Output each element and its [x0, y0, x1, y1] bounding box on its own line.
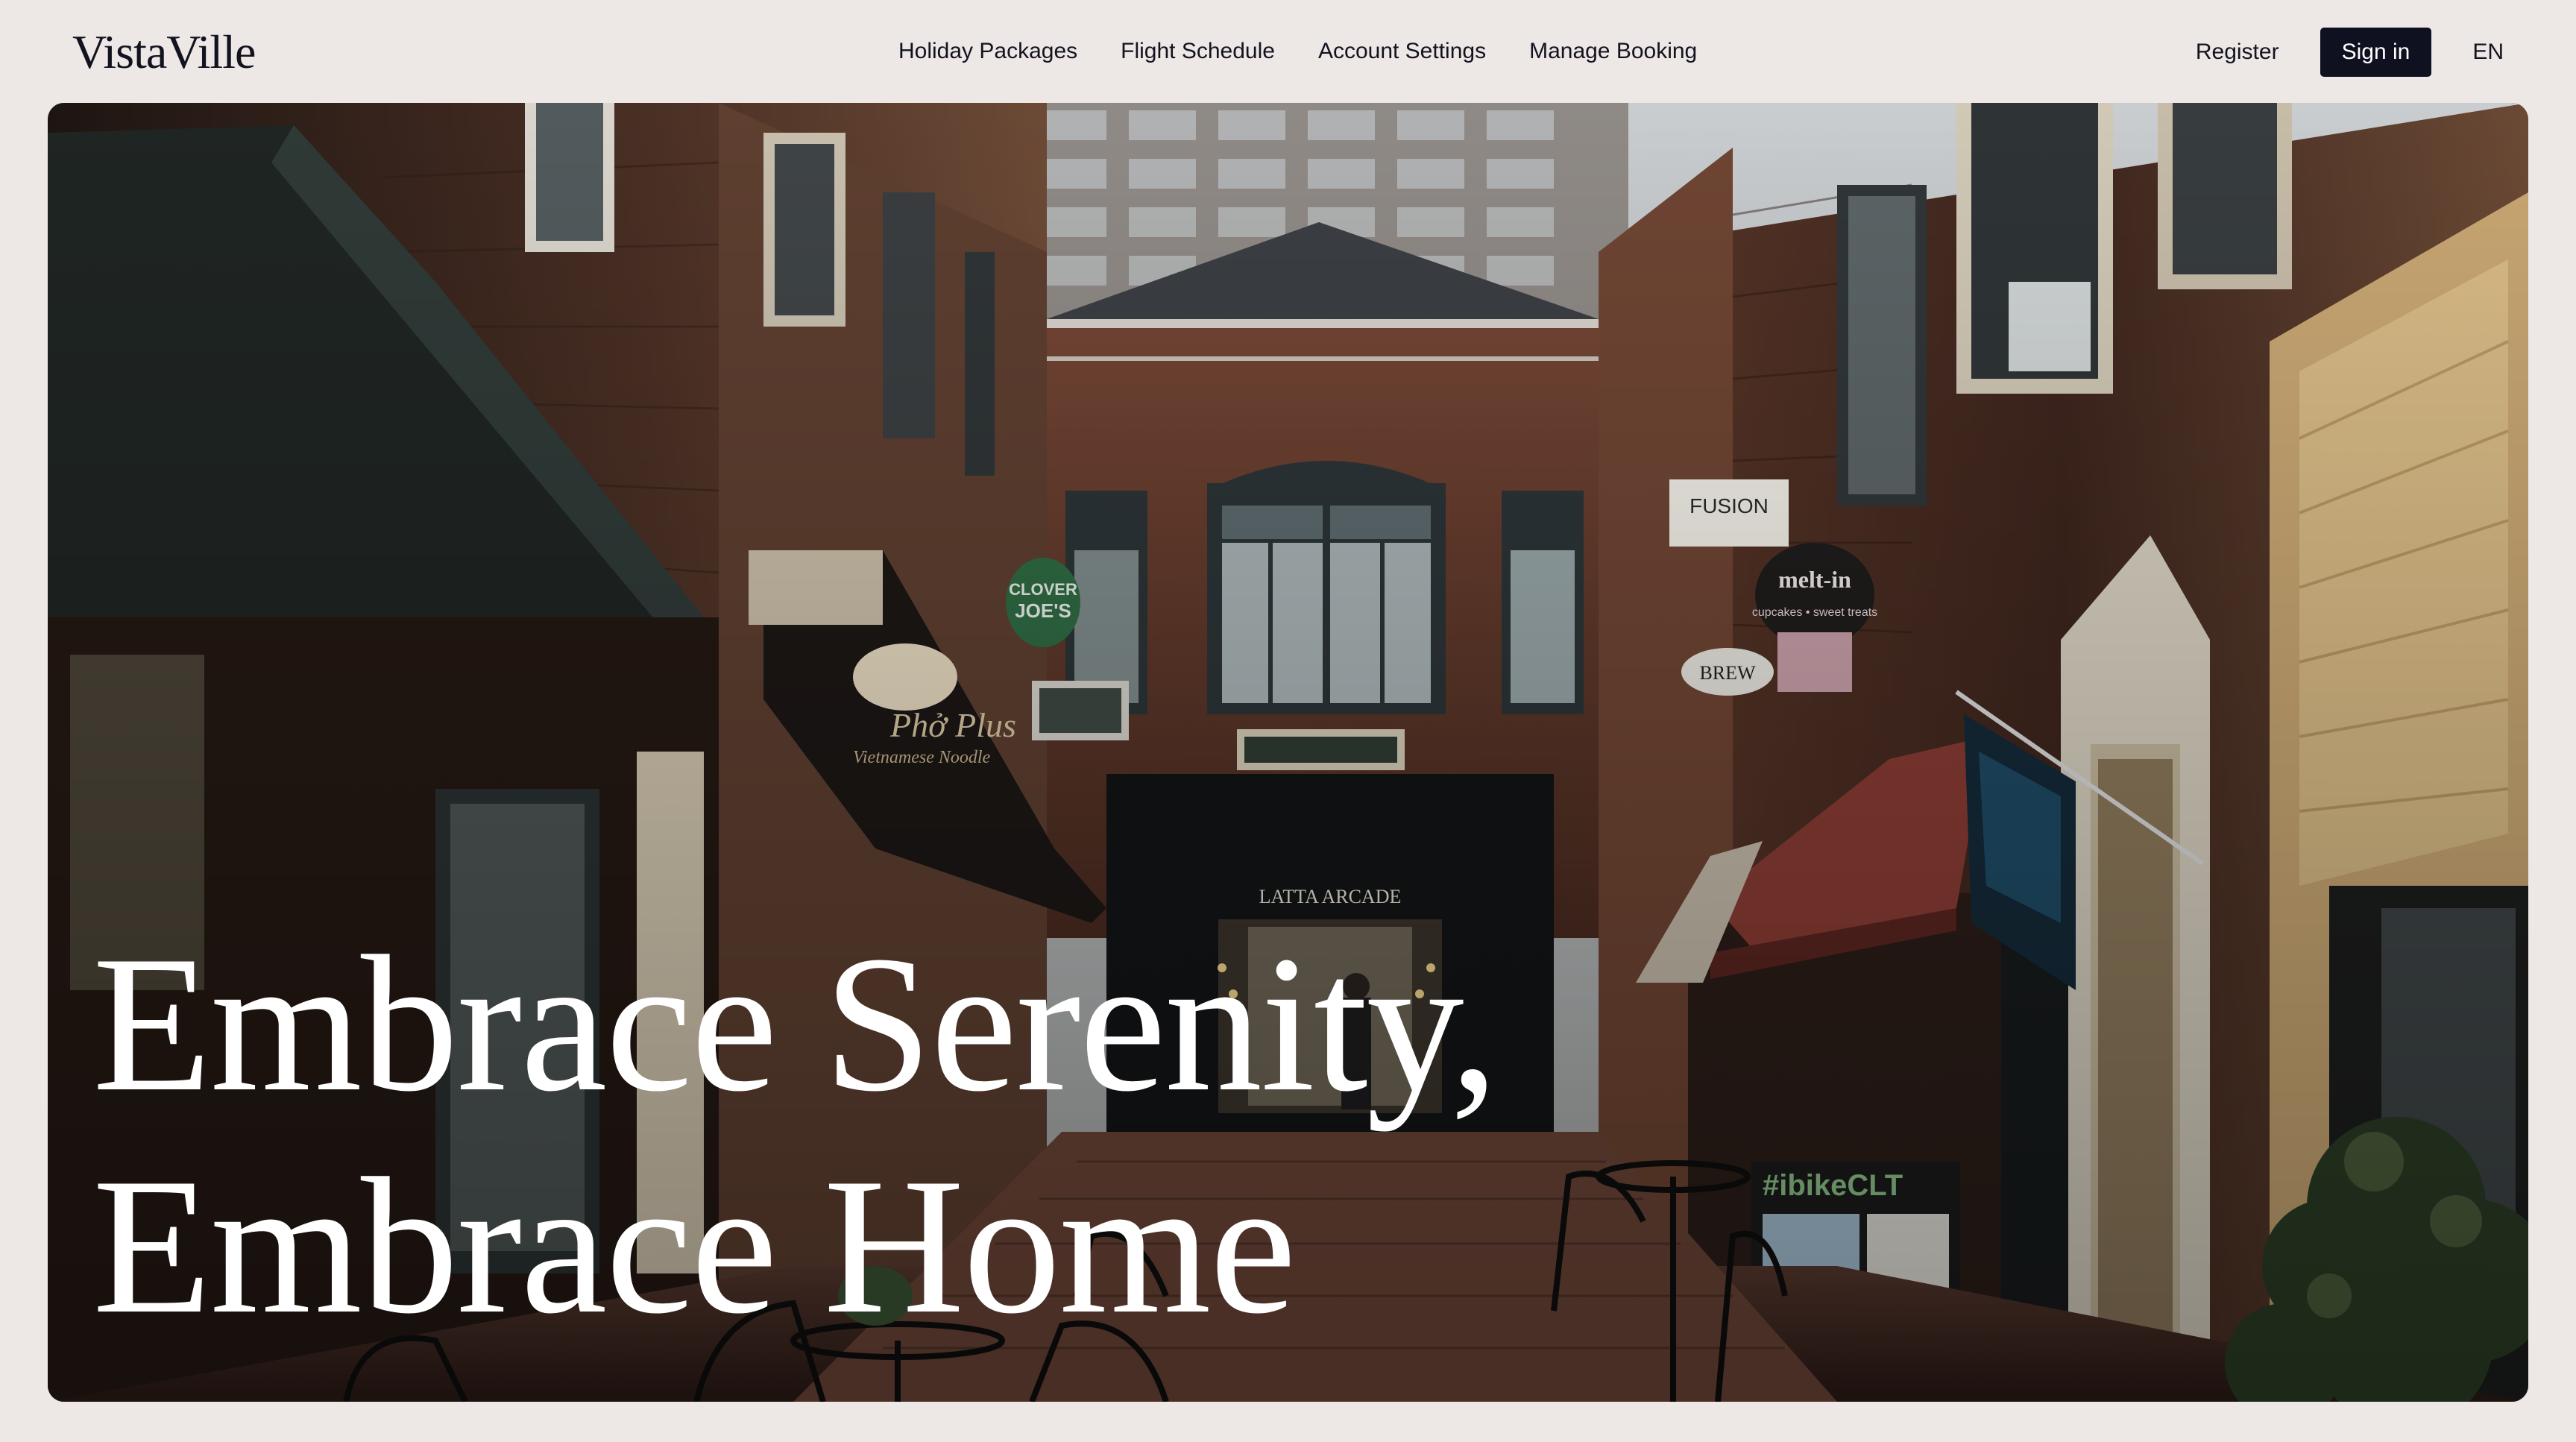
- nav-actions: Register Sign in EN: [2196, 28, 2504, 77]
- hero-banner: LATTA ARCADE: [48, 103, 2528, 1402]
- top-navigation: VistaVille Holiday Packages Flight Sched…: [0, 0, 2576, 103]
- nav-link-flight-schedule[interactable]: Flight Schedule: [1121, 34, 1275, 69]
- nav-link-holiday-packages[interactable]: Holiday Packages: [898, 34, 1077, 69]
- main-nav: Holiday Packages Flight Schedule Account…: [898, 34, 1740, 69]
- hero-title: Embrace Serenity, Embrace Home: [92, 913, 1499, 1357]
- sign-in-button[interactable]: Sign in: [2320, 28, 2432, 77]
- register-link[interactable]: Register: [2196, 40, 2279, 65]
- hero-title-line-1: Embrace Serenity,: [92, 916, 1499, 1132]
- brand-logo[interactable]: VistaVille: [72, 22, 256, 82]
- hero-title-line-2: Embrace Home: [92, 1138, 1297, 1354]
- language-selector[interactable]: EN: [2472, 40, 2504, 65]
- nav-link-manage-booking[interactable]: Manage Booking: [1529, 34, 1697, 69]
- nav-link-account-settings[interactable]: Account Settings: [1318, 34, 1486, 69]
